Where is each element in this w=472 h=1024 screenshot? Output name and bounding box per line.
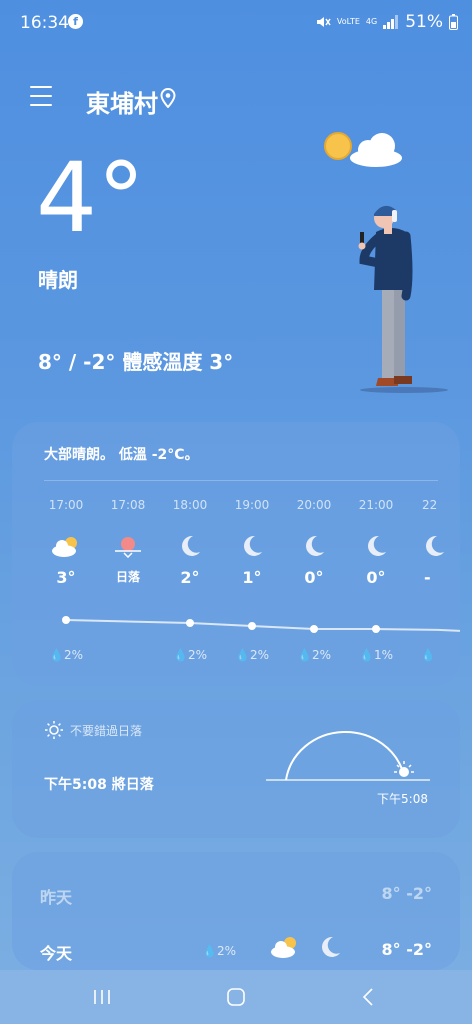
moon-icon: [322, 936, 340, 957]
moon-icon: [160, 526, 220, 566]
hour-item: 17:00 3°: [36, 498, 96, 587]
4g-label: 4G: [365, 17, 378, 26]
hourly-summary: 大部晴朗。 低溫 -2°C。: [44, 447, 199, 463]
sunset-hint: 不要錯過日落: [44, 720, 142, 740]
trend-line: [65, 619, 460, 632]
volte-label: VoLTE: [336, 17, 360, 26]
trend-point: [248, 622, 256, 630]
hour-item: 19:00 1°: [222, 498, 282, 587]
hilo-feels-like: 8° / -2° 體感溫度 3°: [38, 350, 234, 374]
raindrop-icon: 💧: [235, 648, 250, 662]
status-icons: VoLTE 4G 51%: [315, 12, 458, 32]
cloud-icon: [350, 133, 402, 167]
recent-apps-button[interactable]: [88, 984, 116, 1010]
battery-icon: [449, 14, 458, 30]
trend-point: [62, 616, 70, 624]
signal-icon: [383, 15, 399, 29]
trend-point: [186, 619, 194, 627]
daily-hilo: 8° -2°: [381, 940, 432, 959]
daily-hilo: 8° -2°: [381, 884, 432, 903]
home-button[interactable]: [222, 984, 250, 1010]
hour-temp: 日落: [115, 570, 140, 584]
partly-cloudy-icon: [271, 937, 296, 958]
partly-cloudy-icon: [36, 526, 96, 566]
precip-chance: 💧2%: [235, 648, 269, 662]
raindrop-icon: 💧: [202, 944, 217, 958]
hour-time: 17:08: [110, 498, 146, 512]
current-condition: 晴朗: [38, 268, 78, 292]
sunset-title: 下午5:08 將日落: [44, 777, 154, 793]
precip-chance: 💧2%: [297, 648, 331, 662]
recent-apps-icon: [94, 990, 110, 1004]
hour-temp: -: [424, 568, 431, 587]
daily-forecast-card[interactable]: 昨天 8° -2° 今天 💧2% 8° -2°: [12, 852, 460, 970]
navigation-bar: [0, 970, 472, 1024]
precip-chance: 💧: [408, 648, 448, 662]
hour-item: 20:00 0°: [284, 498, 344, 587]
sunset-card[interactable]: 不要錯過日落 下午5:08 將日落 下午5:08: [12, 700, 460, 838]
sun-icon: [324, 132, 352, 160]
location-pin-icon: [160, 88, 176, 108]
trend-point: [372, 625, 380, 633]
raindrop-icon: 💧: [297, 648, 312, 662]
mute-icon: [316, 17, 331, 27]
hour-item: 18:00 2°: [160, 498, 220, 587]
raindrop-icon: 💧: [359, 648, 374, 662]
precip-chance: 💧2%: [49, 648, 83, 662]
battery-percent: 51%: [405, 12, 443, 32]
back-button[interactable]: [354, 984, 382, 1010]
hour-temp: 3°: [56, 568, 76, 587]
precip-chance: 💧2%: [202, 944, 236, 958]
hour-time: 19:00: [234, 498, 270, 512]
moon-icon: [346, 526, 406, 566]
sunset-icon: [98, 526, 158, 566]
weather-illustration: [324, 132, 448, 393]
person-figure: [358, 205, 448, 393]
facebook-icon: f: [68, 14, 83, 29]
home-icon: [227, 988, 245, 1006]
trend-point: [310, 625, 318, 633]
raindrop-icon: 💧: [49, 648, 64, 662]
hour-item: 17:08 日落: [98, 498, 158, 585]
status-bar: 16:34 f VoLTE 4G 51%: [0, 0, 472, 44]
sunset-time: 下午5:08: [377, 792, 428, 806]
precip-chance: 💧1%: [359, 648, 393, 662]
daily-day: 今天: [40, 944, 73, 963]
current-temperature: 4°: [36, 142, 146, 254]
sun-path-arc: [266, 731, 430, 781]
status-time: 16:34: [20, 13, 69, 33]
hourly-forecast-card[interactable]: 大部晴朗。 低溫 -2°C。 17:00 3° 17:08 日落 18:00 2…: [12, 422, 460, 686]
moon-icon: [408, 526, 460, 566]
daily-row[interactable]: 昨天 8° -2°: [12, 874, 460, 914]
location-name[interactable]: 東埔村: [86, 84, 158, 119]
divider: [44, 480, 438, 481]
hour-temp: 1°: [242, 568, 262, 587]
raindrop-icon: 💧: [173, 648, 188, 662]
raindrop-icon: 💧: [420, 648, 436, 662]
hour-time: 22: [422, 498, 438, 512]
sunset-hint-text: 不要錯過日落: [70, 723, 143, 738]
precip-chance: 💧2%: [173, 648, 207, 662]
moon-icon: [284, 526, 344, 566]
daily-day: 昨天: [40, 888, 73, 907]
hour-temp: 0°: [366, 568, 386, 587]
daily-row[interactable]: 今天 💧2% 8° -2°: [12, 930, 460, 970]
moon-icon: [222, 526, 282, 566]
sun-outline-icon: [45, 721, 63, 739]
sun-position-icon: [394, 761, 414, 777]
menu-icon[interactable]: [30, 86, 52, 108]
hour-item: 22 -: [408, 498, 460, 587]
hour-time: 20:00: [296, 498, 332, 512]
hour-time: 21:00: [358, 498, 394, 512]
hour-time: 17:00: [48, 498, 84, 512]
hour-temp: 0°: [304, 568, 324, 587]
temperature-trend-line: [62, 616, 460, 633]
hour-time: 18:00: [172, 498, 208, 512]
hour-item: 21:00 0°: [346, 498, 406, 587]
back-icon: [362, 988, 373, 1006]
hour-temp: 2°: [180, 568, 200, 587]
